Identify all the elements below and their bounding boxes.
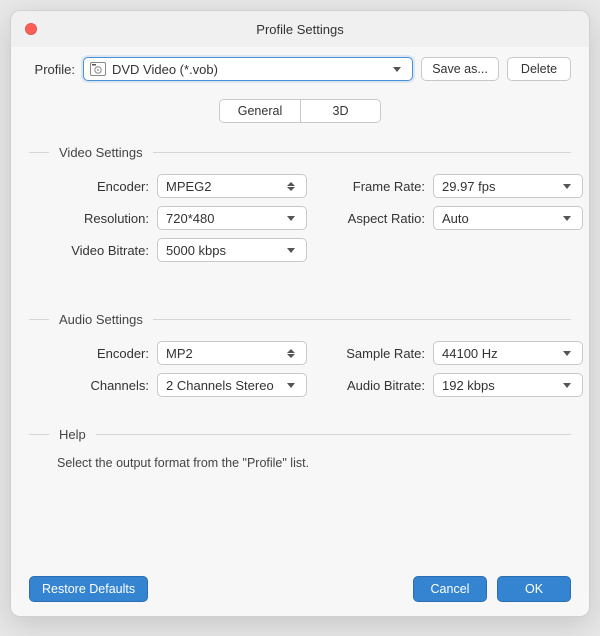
tab-general[interactable]: General xyxy=(220,100,300,122)
tab-segment: General 3D xyxy=(219,99,381,123)
audio-encoder-value: MP2 xyxy=(166,346,193,361)
help-text: Select the output format from the "Profi… xyxy=(29,456,571,470)
chevron-down-icon xyxy=(284,378,298,392)
video-bitrate-select[interactable]: 5000 kbps xyxy=(157,238,307,262)
audio-encoder-select[interactable]: MP2 xyxy=(157,341,307,365)
profile-select[interactable]: DVD Video (*.vob) xyxy=(83,57,413,81)
save-as-button[interactable]: Save as... xyxy=(421,57,499,81)
samplerate-value: 44100 Hz xyxy=(442,346,498,361)
video-encoder-label: Encoder: xyxy=(29,179,149,194)
cancel-button[interactable]: Cancel xyxy=(413,576,487,602)
samplerate-select[interactable]: 44100 Hz xyxy=(433,341,583,365)
content-area: Profile: DVD Video (*.vob) Save as... De… xyxy=(11,47,589,566)
audio-bitrate-select[interactable]: 192 kbps xyxy=(433,373,583,397)
delete-button[interactable]: Delete xyxy=(507,57,571,81)
save-as-label: Save as... xyxy=(432,62,488,76)
audio-bitrate-label: Audio Bitrate: xyxy=(315,378,425,393)
aspect-select[interactable]: Auto xyxy=(433,206,583,230)
restore-label: Restore Defaults xyxy=(42,582,135,596)
close-icon[interactable] xyxy=(25,23,37,35)
tab-3d[interactable]: 3D xyxy=(300,100,380,122)
framerate-label: Frame Rate: xyxy=(315,179,425,194)
help-legend: Help xyxy=(59,427,86,442)
aspect-label: Aspect Ratio: xyxy=(315,211,425,226)
video-legend: Video Settings xyxy=(59,145,143,160)
updown-icon xyxy=(284,182,298,191)
help-legend-row: Help xyxy=(29,427,571,442)
aspect-value: Auto xyxy=(442,211,469,226)
chevron-down-icon xyxy=(560,179,574,193)
video-grid: Encoder: MPEG2 Frame Rate: 29.97 fps Res… xyxy=(29,174,571,262)
chevron-down-icon xyxy=(560,378,574,392)
video-encoder-select[interactable]: MPEG2 xyxy=(157,174,307,198)
channels-label: Channels: xyxy=(29,378,149,393)
restore-defaults-button[interactable]: Restore Defaults xyxy=(29,576,148,602)
updown-icon xyxy=(284,349,298,358)
cancel-label: Cancel xyxy=(431,582,470,596)
framerate-select[interactable]: 29.97 fps xyxy=(433,174,583,198)
video-legend-row: Video Settings xyxy=(29,145,571,160)
profile-row: Profile: DVD Video (*.vob) Save as... De… xyxy=(29,57,571,81)
ok-label: OK xyxy=(525,582,543,596)
video-encoder-value: MPEG2 xyxy=(166,179,212,194)
chevron-down-icon xyxy=(560,346,574,360)
help-fieldset: Help Select the output format from the "… xyxy=(29,427,571,470)
channels-select[interactable]: 2 Channels Stereo xyxy=(157,373,307,397)
audio-bitrate-value: 192 kbps xyxy=(442,378,495,393)
tabs: General 3D xyxy=(29,99,571,123)
footer: Restore Defaults Cancel OK xyxy=(11,566,589,616)
chevron-down-icon xyxy=(284,243,298,257)
tab-general-label: General xyxy=(238,104,282,118)
window-title: Profile Settings xyxy=(256,22,343,37)
ok-button[interactable]: OK xyxy=(497,576,571,602)
profile-select-value: DVD Video (*.vob) xyxy=(112,62,384,77)
framerate-value: 29.97 fps xyxy=(442,179,496,194)
video-bitrate-value: 5000 kbps xyxy=(166,243,226,258)
profile-settings-window: Profile Settings Profile: DVD Video (*.v… xyxy=(10,10,590,617)
audio-legend-row: Audio Settings xyxy=(29,312,571,327)
video-settings-fieldset: Video Settings Encoder: MPEG2 Frame Rate… xyxy=(29,145,571,262)
audio-grid: Encoder: MP2 Sample Rate: 44100 Hz Chann… xyxy=(29,341,571,397)
audio-encoder-label: Encoder: xyxy=(29,346,149,361)
chevron-down-icon xyxy=(560,211,574,225)
audio-legend: Audio Settings xyxy=(59,312,143,327)
resolution-value: 720*480 xyxy=(166,211,214,226)
resolution-select[interactable]: 720*480 xyxy=(157,206,307,230)
delete-label: Delete xyxy=(521,62,557,76)
audio-settings-fieldset: Audio Settings Encoder: MP2 Sample Rate:… xyxy=(29,312,571,397)
tab-3d-label: 3D xyxy=(333,104,349,118)
channels-value: 2 Channels Stereo xyxy=(166,378,274,393)
resolution-label: Resolution: xyxy=(29,211,149,226)
video-bitrate-label: Video Bitrate: xyxy=(29,243,149,258)
samplerate-label: Sample Rate: xyxy=(315,346,425,361)
dvd-icon xyxy=(90,62,106,76)
chevron-down-icon xyxy=(284,211,298,225)
titlebar: Profile Settings xyxy=(11,11,589,47)
profile-label: Profile: xyxy=(29,62,75,77)
chevron-down-icon xyxy=(390,62,404,76)
